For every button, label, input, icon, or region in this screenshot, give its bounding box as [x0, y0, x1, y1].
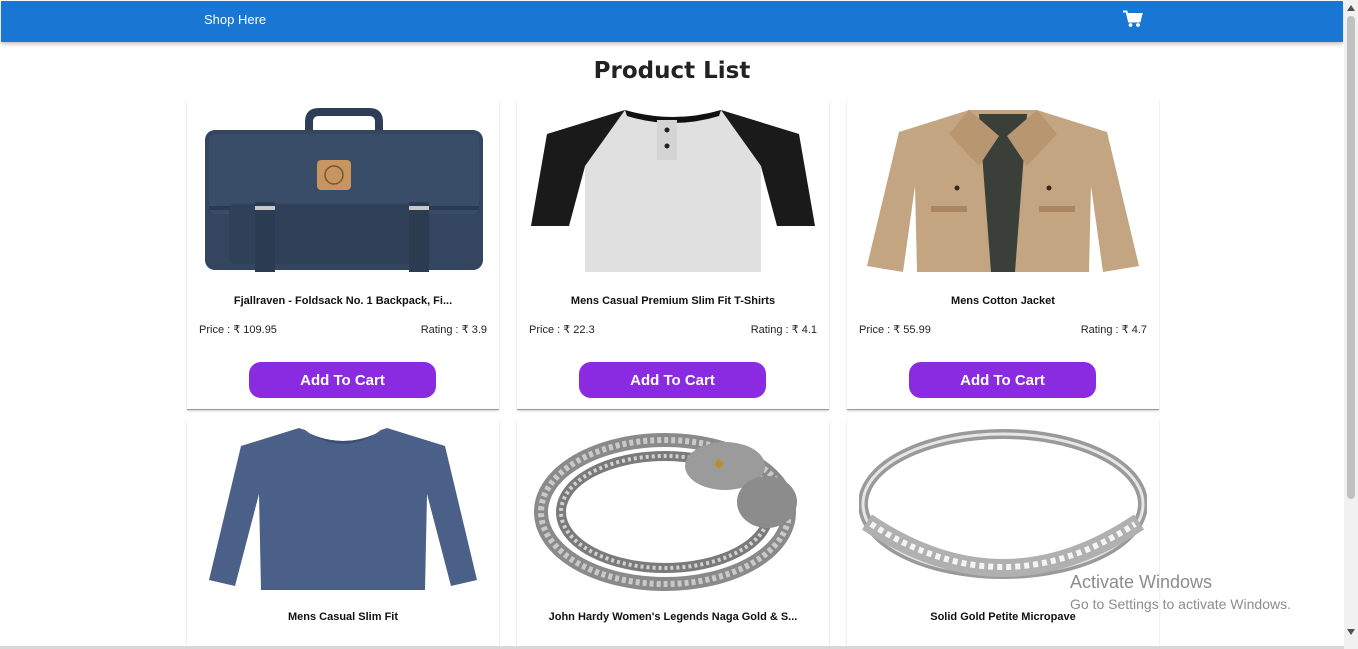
watermark-subtitle: Go to Settings to activate Windows. — [1070, 596, 1291, 612]
product-price: Price : ₹ 55.99 — [859, 324, 931, 336]
product-name[interactable]: Fjallraven - Foldsack No. 1 Backpack, Fi… — [187, 295, 499, 307]
product-image-ring — [859, 429, 1147, 579]
product-card: Mens Casual Premium Slim Fit T-Shirts Pr… — [517, 100, 829, 410]
product-image-backpack — [205, 108, 483, 272]
brand-link[interactable]: Shop Here — [204, 12, 266, 27]
scroll-down-arrow-icon[interactable] — [1347, 628, 1355, 636]
product-name[interactable]: Solid Gold Petite Micropave — [847, 611, 1159, 623]
product-card: John Hardy Women's Legends Naga Gold & S… — [517, 420, 829, 649]
product-rating: Rating : ₹ 3.9 — [420, 324, 487, 336]
product-image-long-sleeve-shirt — [209, 428, 477, 590]
product-name[interactable]: Mens Casual Premium Slim Fit T-Shirts — [517, 295, 829, 307]
product-card: Mens Cotton Jacket Price : ₹ 55.99 Ratin… — [847, 100, 1159, 410]
product-image-jacket — [867, 110, 1139, 272]
add-to-cart-button[interactable]: Add To Cart — [909, 362, 1096, 398]
product-image-bracelet — [534, 433, 797, 591]
activate-windows-watermark: Activate Windows Go to Settings to activ… — [1070, 572, 1291, 612]
page-title: Product List — [593, 58, 751, 84]
cart-icon[interactable] — [1123, 10, 1143, 28]
add-to-cart-button[interactable]: Add To Cart — [579, 362, 766, 398]
product-price: Price : ₹ 22.3 — [529, 324, 595, 336]
product-card: Mens Casual Slim Fit — [187, 420, 499, 649]
product-card: Solid Gold Petite Micropave — [847, 420, 1159, 649]
product-card: Fjallraven - Foldsack No. 1 Backpack, Fi… — [187, 100, 499, 410]
vertical-scrollbar[interactable] — [1344, 0, 1358, 649]
add-to-cart-button[interactable]: Add To Cart — [249, 362, 436, 398]
product-name[interactable]: Mens Casual Slim Fit — [187, 611, 499, 623]
product-image-tshirt — [531, 110, 815, 272]
product-rating: Rating : ₹ 4.7 — [1080, 324, 1147, 336]
watermark-title: Activate Windows — [1070, 572, 1213, 592]
product-name[interactable]: Mens Cotton Jacket — [847, 295, 1159, 307]
scroll-up-arrow-icon[interactable] — [1347, 4, 1355, 12]
product-rating: Rating : ₹ 4.1 — [750, 324, 817, 336]
product-price: Price : ₹ 109.95 — [199, 324, 277, 336]
scrollbar-thumb[interactable] — [1347, 16, 1355, 499]
top-navbar: Shop Here — [1, 1, 1343, 42]
product-name[interactable]: John Hardy Women's Legends Naga Gold & S… — [517, 611, 829, 623]
